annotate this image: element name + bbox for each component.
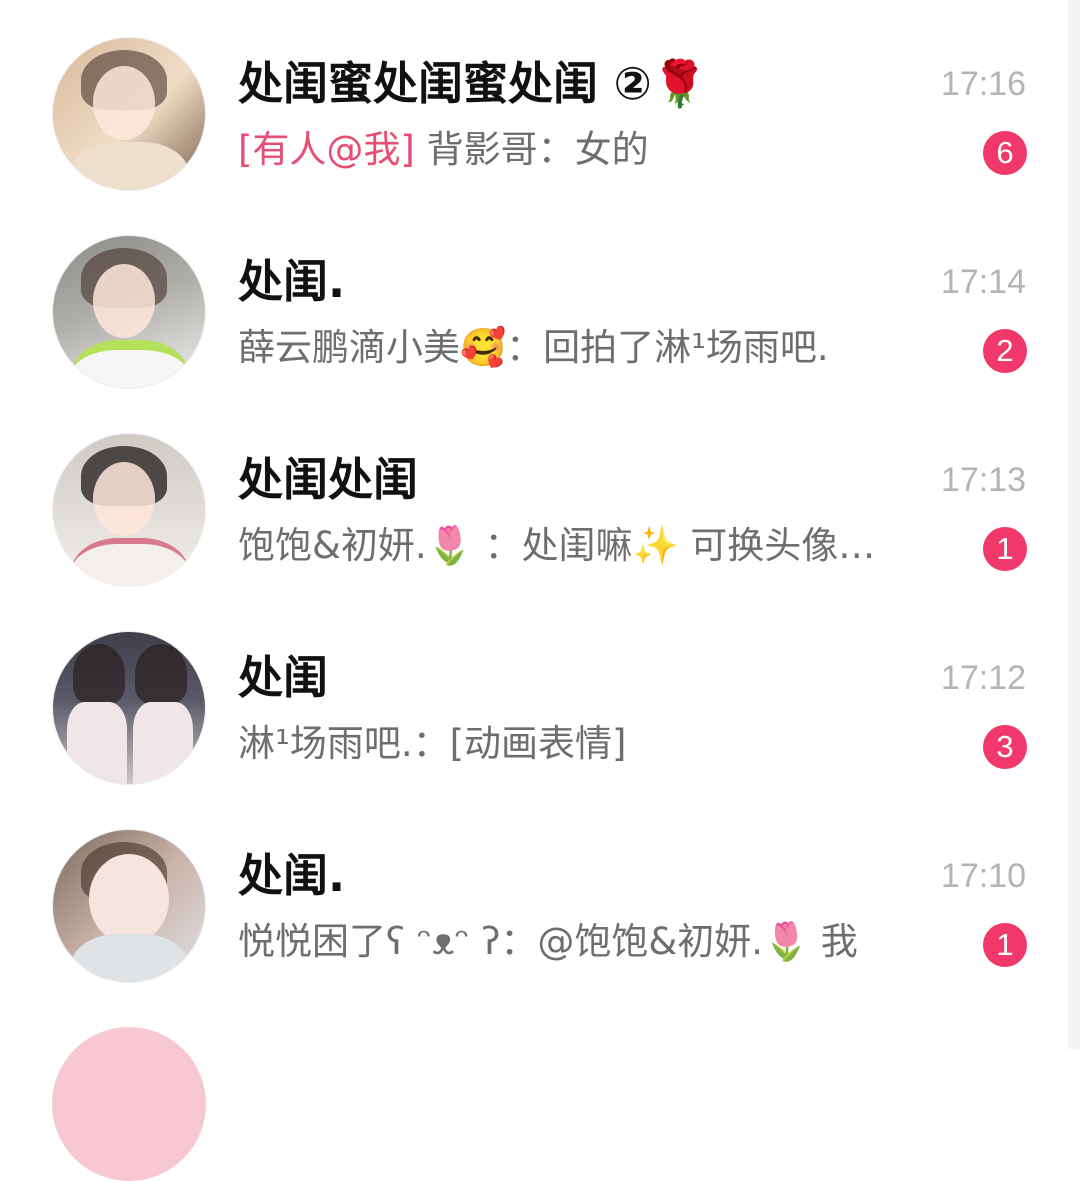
avatar[interactable] [52,631,206,785]
chat-preview: 悦悦困了ʕ ᵔᴥᵔ ʔ：@饱饱&初妍.🌷 我 [238,918,958,966]
chat-row[interactable]: 处闺处闺 17:13 饱饱&初妍.🌷 ：处闺嘛✨ 可换头像… 1 [0,396,1068,592]
avatar-body-shape [71,142,189,190]
chat-row[interactable]: 处闺. 17:14 薛云鹏滴小美🥰：回拍了淋¹场雨吧. 2 [0,198,1068,394]
avatar-face-shape [93,264,155,338]
unread-badge: 1 [983,527,1027,571]
avatar-body-shape [67,702,127,784]
avatar-hair-shape [73,644,125,704]
avatar[interactable] [52,829,206,983]
chat-time: 17:14 [940,263,1026,301]
unread-badge: 3 [983,725,1027,769]
chat-preview: 薛云鹏滴小美🥰：回拍了淋¹场雨吧. [238,324,958,372]
unread-badge: 2 [983,329,1027,373]
avatar-face-shape [93,462,155,536]
chat-preview-text: 薛云鹏滴小美🥰：回拍了淋¹场雨吧. [238,326,829,369]
chat-row[interactable]: 处闺. 17:10 悦悦困了ʕ ᵔᴥᵔ ʔ：@饱饱&初妍.🌷 我 1 [0,792,1068,988]
chat-time: 17:10 [940,857,1026,895]
chat-preview-text: 背影哥：女的 [414,128,649,171]
avatar-body-shape [71,934,189,982]
chat-time: 17:12 [940,659,1026,697]
chat-row[interactable]: 处闺 17:12 淋¹场雨吧.：[动画表情] 3 [0,594,1068,790]
chat-time: 17:13 [940,461,1026,499]
chat-title: 处闺. [238,849,346,902]
chat-row[interactable]: 处闺蜜处闺蜜处闺 ②🌹 17:16 [有人@我] 背影哥：女的 6 [0,0,1068,196]
chat-title: 处闺蜜处闺蜜处闺 ②🌹 [238,57,708,110]
chat-time: 17:16 [940,65,1026,103]
chat-title: 处闺处闺 [238,453,419,506]
avatar[interactable] [52,433,206,587]
avatar-body-shape [71,340,189,388]
chat-preview: [有人@我] 背影哥：女的 [238,126,958,174]
avatar[interactable] [52,1027,206,1181]
avatar[interactable] [52,235,206,389]
unread-badge: 1 [983,923,1027,967]
avatar-face-shape [89,854,169,944]
avatar-body-shape [71,538,189,586]
chat-preview-text: 悦悦困了ʕ ᵔᴥᵔ ʔ：@饱饱&初妍.🌷 我 [238,920,858,963]
chat-preview: 淋¹场雨吧.：[动画表情] [238,720,958,768]
chat-preview-text: 淋¹场雨吧.：[动画表情] [238,722,627,765]
avatar-hair-shape [135,644,187,704]
avatar-body-shape [133,702,193,784]
chat-title: 处闺 [238,651,329,704]
unread-badge: 6 [983,131,1027,175]
avatar-face-shape [93,66,155,140]
chat-preview-text: 饱饱&初妍.🌷 ：处闺嘛✨ 可换头像… [238,524,876,567]
chat-preview: 饱饱&初妍.🌷 ：处闺嘛✨ 可换头像… [238,522,958,570]
chat-title: 处闺. [238,255,346,308]
avatar[interactable] [52,37,206,191]
mention-tag: [有人@我] [238,128,415,171]
scrollbar[interactable] [1068,0,1080,1049]
